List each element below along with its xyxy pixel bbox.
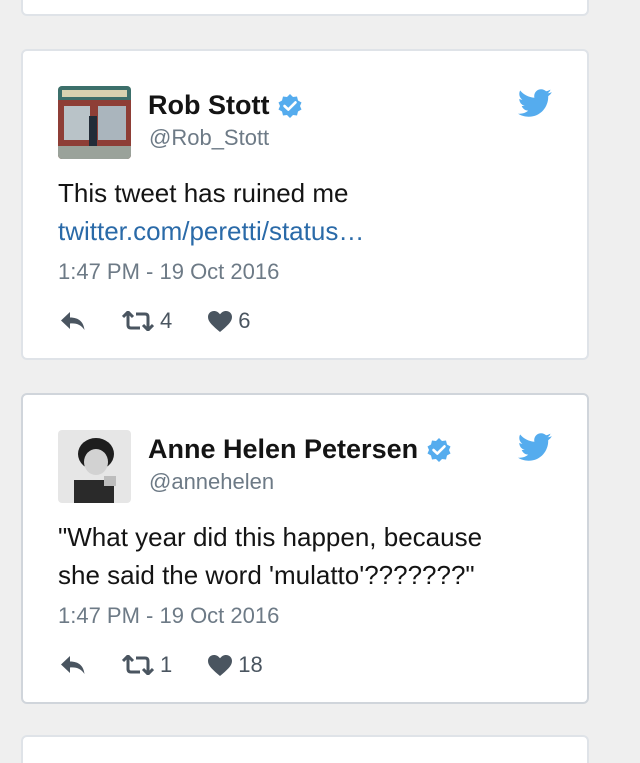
storefront-photo-icon [58,86,131,159]
tweet-text-line: she said the word 'mulatto'???????" [58,560,475,590]
tweet-text: "What year did this happen, because she … [58,518,558,594]
tweet-text-line: "What year did this happen, because [58,522,483,552]
heart-icon [208,310,233,332]
verified-badge-icon [278,93,302,118]
tweet-timestamp[interactable]: 1:47 PM - 19 Oct 2016 [58,259,279,285]
tweet-timestamp[interactable]: 1:47 PM - 19 Oct 2016 [58,603,279,629]
verified-badge-icon [427,437,451,462]
tweet-link[interactable]: twitter.com/peretti/status… [58,212,558,250]
author-name-text[interactable]: Anne Helen Petersen [148,434,418,465]
reply-button[interactable] [60,311,86,331]
retweet-icon [122,311,154,331]
tweet-actions: 1 18 [60,650,263,680]
reply-icon [61,312,85,330]
tweet-card[interactable]: Anne Helen Petersen @annehelen "What yea… [21,393,589,704]
tweet-card-partial-bottom [21,735,589,763]
portrait-photo-icon [58,430,131,503]
author-name[interactable]: Rob Stott [148,90,303,121]
like-button[interactable]: 6 [208,308,251,334]
like-count: 6 [238,308,251,333]
like-count: 18 [238,652,263,677]
like-button[interactable]: 18 [208,652,263,678]
retweet-icon [122,655,154,675]
retweet-button[interactable]: 1 [122,652,172,678]
reply-icon [61,656,85,674]
retweet-count: 1 [160,652,173,677]
author-handle[interactable]: @Rob_Stott [149,125,269,151]
avatar[interactable] [58,430,131,503]
reply-button[interactable] [60,655,86,675]
retweet-count: 4 [160,308,173,333]
tweet-card-partial-top [21,0,589,16]
author-name-text[interactable]: Rob Stott [148,90,269,121]
tweet-card[interactable]: Rob Stott @Rob_Stott This tweet has ruin… [21,49,589,360]
heart-icon [208,654,233,676]
author-name[interactable]: Anne Helen Petersen [148,434,452,465]
tweet-text: This tweet has ruined me twitter.com/per… [58,174,558,250]
avatar[interactable] [58,86,131,159]
twitter-bird-icon[interactable] [518,433,552,461]
tweet-text-line: This tweet has ruined me [58,178,349,208]
author-handle[interactable]: @annehelen [149,469,274,495]
twitter-bird-icon[interactable] [518,89,552,117]
tweet-actions: 4 6 [60,306,251,336]
retweet-button[interactable]: 4 [122,308,172,334]
